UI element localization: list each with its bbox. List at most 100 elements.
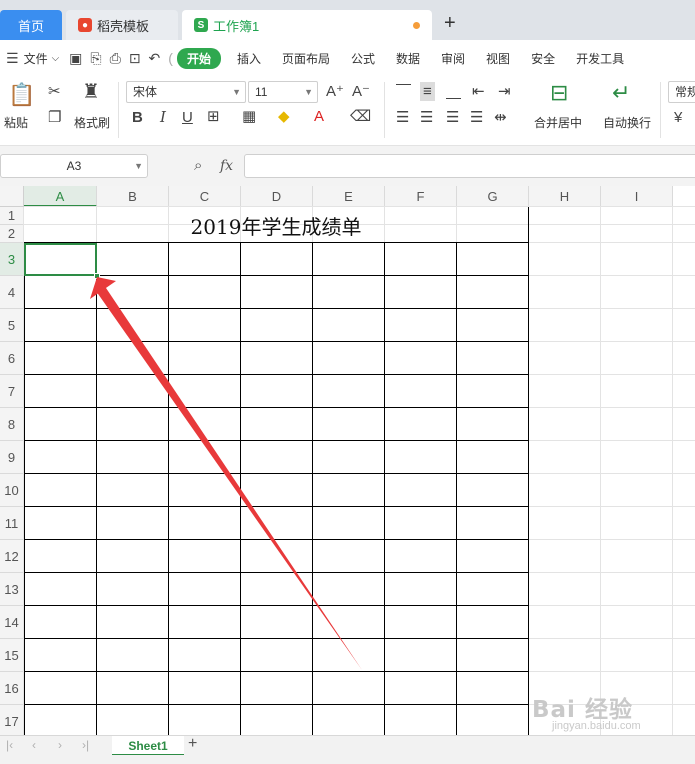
cell-a13[interactable] [24,573,97,606]
cell-a4[interactable] [24,276,97,309]
select-all-corner[interactable] [0,186,24,207]
cell-b16[interactable] [97,672,169,705]
cell-d17[interactable] [241,705,313,735]
new-tab-button[interactable]: + [444,12,456,35]
chevron-down-icon[interactable]: ▼ [134,155,143,177]
justify-icon[interactable]: ☰ [470,110,483,125]
row-header-4[interactable]: 4 [0,276,24,309]
cell-b8[interactable] [97,408,169,441]
tab-workbook[interactable]: S 工作簿1 [182,10,432,40]
cell-e12[interactable] [313,540,385,573]
cell-a8[interactable] [24,408,97,441]
cell-b17[interactable] [97,705,169,735]
paste-icon[interactable]: 📋 [8,84,35,106]
currency-icon[interactable]: ¥ [674,110,682,125]
cell-e14[interactable] [313,606,385,639]
zoom-icon[interactable]: ⌕ [194,157,202,174]
cell-f10[interactable] [385,474,457,507]
increase-font-icon[interactable]: A⁺ [326,84,344,99]
prev-sheet-icon[interactable]: ‹ [32,738,36,752]
underline-button[interactable]: U [182,110,193,125]
row-header-10[interactable]: 10 [0,474,24,507]
cell-a5[interactable] [24,309,97,342]
cell-d3[interactable] [241,243,313,276]
cell-c15[interactable] [169,639,241,672]
cell-f7[interactable] [385,375,457,408]
cell-g7[interactable] [457,375,529,408]
row-header-16[interactable]: 16 [0,672,24,705]
row-header-11[interactable]: 11 [0,507,24,540]
column-header-f[interactable]: F [385,186,457,207]
cell-d11[interactable] [241,507,313,540]
cut-icon[interactable]: ✂ [48,84,61,99]
clear-format-icon[interactable]: ⌫ [350,109,371,124]
add-sheet-button[interactable]: + [188,735,197,753]
cell-b15[interactable] [97,639,169,672]
cell-c9[interactable] [169,441,241,474]
cell-c11[interactable] [169,507,241,540]
font-name-select[interactable]: 宋体 ▼ [126,81,246,103]
cell-a6[interactable] [24,342,97,375]
spreadsheet-grid[interactable]: ABCDEFGHI 1 2 3 4 5 6 7 8 9 10 11 12 13 14 15 16 17 2019… [0,186,695,735]
column-header-h[interactable]: H [529,186,601,207]
cell-c8[interactable] [169,408,241,441]
chevron-down-icon[interactable]: ⌵ [52,53,60,64]
next-sheet-icon[interactable]: › [58,738,62,752]
column-header-i[interactable]: I [601,186,673,207]
column-header-e[interactable]: E [313,186,385,207]
row-header-8[interactable]: 8 [0,408,24,441]
cell-a7[interactable] [24,375,97,408]
menu-developer[interactable]: 开发工具 [576,50,624,67]
borders-icon[interactable]: ⊞ [207,109,220,124]
cell-d4[interactable] [241,276,313,309]
cell-f17[interactable] [385,705,457,735]
hamburger-icon[interactable]: ☰ [6,50,19,67]
name-box[interactable]: A3 ▼ [0,154,148,178]
cell-e7[interactable] [313,375,385,408]
cell-g15[interactable] [457,639,529,672]
column-header-a[interactable]: A [24,186,97,207]
cell-e10[interactable] [313,474,385,507]
cell-b11[interactable] [97,507,169,540]
menu-data[interactable]: 数据 [396,50,420,67]
cell-e17[interactable] [313,705,385,735]
row-header-5[interactable]: 5 [0,309,24,342]
tab-home[interactable]: 首页 [0,10,62,40]
cell-b14[interactable] [97,606,169,639]
row-header-14[interactable]: 14 [0,606,24,639]
menu-formulas[interactable]: 公式 [351,50,375,67]
number-format-select[interactable]: 常规 [668,81,695,103]
bold-button[interactable]: B [132,110,143,125]
cell-e9[interactable] [313,441,385,474]
cell-g3[interactable] [457,243,529,276]
cell-g10[interactable] [457,474,529,507]
cell-a17[interactable] [24,705,97,735]
row-header-12[interactable]: 12 [0,540,24,573]
cell-f14[interactable] [385,606,457,639]
cell-g16[interactable] [457,672,529,705]
cell-b12[interactable] [97,540,169,573]
cell-e8[interactable] [313,408,385,441]
cell-d12[interactable] [241,540,313,573]
cell-g14[interactable] [457,606,529,639]
italic-button[interactable]: I [160,110,166,125]
align-top-icon[interactable]: ⎺ [396,84,411,99]
row-header-2[interactable]: 2 [0,225,24,243]
merge-center-icon[interactable]: ⊟ [550,82,568,104]
cell-c10[interactable] [169,474,241,507]
font-color-icon[interactable]: A [314,109,324,124]
cell-b5[interactable] [97,309,169,342]
export-pdf-icon[interactable]: ⎘ [90,50,101,67]
cell-f12[interactable] [385,540,457,573]
cell-b7[interactable] [97,375,169,408]
menu-page-layout[interactable]: 页面布局 [282,50,330,67]
cell-d14[interactable] [241,606,313,639]
cell-c17[interactable] [169,705,241,735]
conditional-fill-icon[interactable]: ▦ [242,109,256,124]
cell-f13[interactable] [385,573,457,606]
row-header-9[interactable]: 9 [0,441,24,474]
copy-icon[interactable]: ❐ [48,110,61,125]
cell-a12[interactable] [24,540,97,573]
fill-color-icon[interactable]: ◆ [278,109,290,124]
cell-c4[interactable] [169,276,241,309]
